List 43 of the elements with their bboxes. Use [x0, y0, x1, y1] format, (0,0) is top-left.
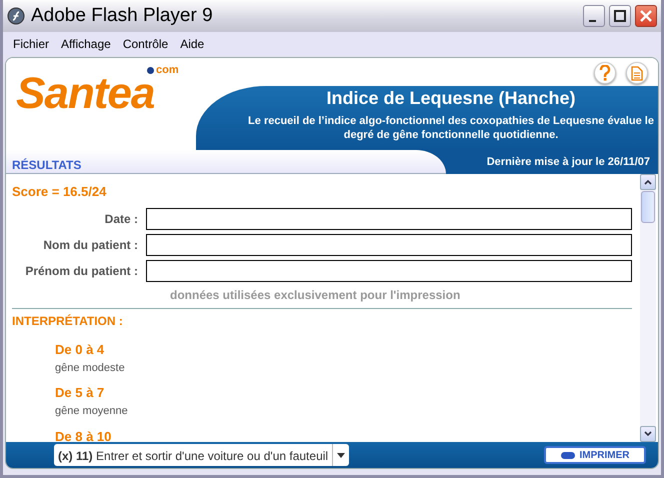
field-label: Nom du patient :: [42, 237, 138, 254]
range-heading: De 0 à 4: [55, 342, 104, 359]
logo-dot: [147, 67, 154, 74]
menu-item[interactable]: Aide: [174, 34, 210, 52]
scrollbar-thumb[interactable]: [641, 191, 655, 223]
note-text: données utilisées exclusivement pour l'impression: [170, 287, 460, 304]
logo-text: Santea: [16, 72, 154, 116]
range-description: gêne modeste: [55, 360, 125, 376]
minimize-button[interactable]: [583, 5, 605, 27]
field-label: Prénom du patient :: [24, 263, 138, 280]
update-date: Dernière mise à jour le 26/11/07: [486, 156, 650, 168]
page-title: Indice de Lequesne (Hanche): [326, 88, 576, 110]
interpretation-heading: INTERPRÉTATION :: [12, 314, 123, 330]
maximize-icon: [614, 10, 626, 22]
minimize-icon: [589, 20, 596, 22]
caret-icon: [337, 452, 346, 458]
logo-suffix: com: [156, 63, 179, 78]
page-subtitle: Le recueil de l’indice algo-fonctionnel des coxopathies de Lequesne évalue le degré de gêne fonctionnelle quotidienne.: [247, 114, 655, 143]
maximize-button[interactable]: [609, 5, 631, 27]
close-button[interactable]: [635, 5, 657, 27]
section-label: RÉSULTATS: [12, 158, 82, 172]
range-description: gêne moyenne: [55, 404, 128, 420]
close-icon: [640, 10, 652, 22]
flash-icon: [7, 7, 25, 25]
print-button[interactable]: IMPRIMER: [544, 446, 646, 464]
pill-icon: [560, 452, 574, 458]
range-heading: De 5 à 7: [55, 385, 104, 402]
input-field[interactable]: [146, 208, 632, 230]
field-label: Date :: [104, 211, 138, 228]
document-icon[interactable]: [626, 62, 648, 84]
scroll-up-button[interactable]: [640, 174, 656, 190]
scroll-down-button[interactable]: [640, 426, 656, 442]
input-field[interactable]: [146, 234, 632, 256]
help-icon[interactable]: [594, 62, 616, 84]
menu-item[interactable]: Fichier: [7, 34, 56, 52]
question-dropdown[interactable]: (x) 11) Entrer et sortir d'une voiture ou d'un fauteuil: [54, 444, 350, 466]
window-title: Adobe Flash Player 9: [31, 4, 213, 28]
menu-item[interactable]: Affichage: [55, 34, 117, 52]
scrollbar[interactable]: [640, 174, 656, 442]
input-field[interactable]: [146, 260, 632, 282]
menu-item[interactable]: Contrôle: [116, 34, 174, 52]
range-heading: De 8 à 10: [55, 428, 112, 442]
score-text: Score = 16.5/24: [12, 184, 106, 201]
